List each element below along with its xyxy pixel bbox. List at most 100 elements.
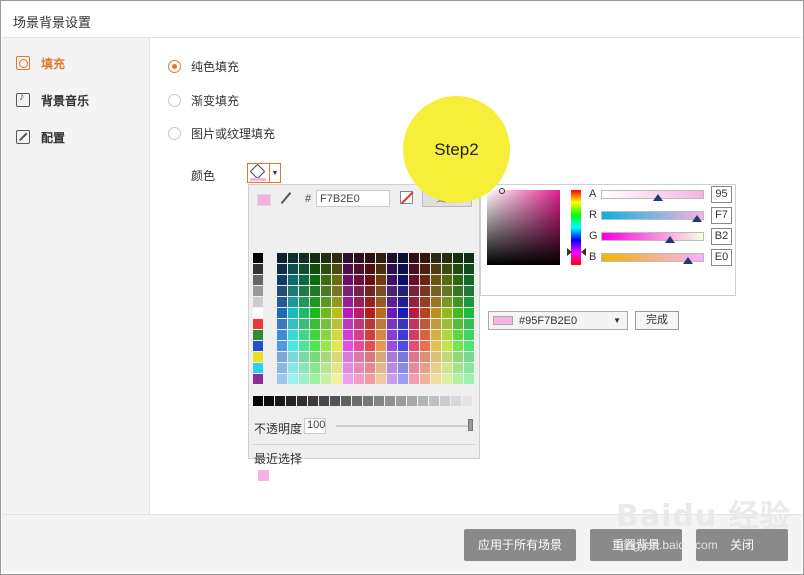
color-swatch[interactable] [464,264,474,274]
color-swatch[interactable] [299,264,309,274]
color-swatch[interactable] [442,264,452,274]
color-swatch[interactable] [277,264,287,274]
radio-solid-fill[interactable]: 纯色填充 [168,58,239,75]
color-swatch[interactable] [330,396,340,406]
color-swatch[interactable] [409,374,419,384]
color-swatch[interactable] [453,363,463,373]
color-swatch[interactable] [398,319,408,329]
color-swatch[interactable] [288,374,298,384]
color-swatch[interactable] [343,374,353,384]
recent-color-swatch[interactable] [258,470,269,481]
blue-slider-thumb[interactable] [683,257,694,264]
hex-input[interactable] [316,190,390,207]
color-swatch[interactable] [431,374,441,384]
color-swatch[interactable] [431,275,441,285]
sidebar-item-config[interactable]: 配置 [16,127,65,147]
color-swatch[interactable] [376,286,386,296]
color-swatch[interactable] [253,363,263,373]
color-swatch[interactable] [418,396,428,406]
color-swatch[interactable] [253,286,263,296]
color-swatch[interactable] [343,330,353,340]
color-swatch[interactable] [453,308,463,318]
color-swatch[interactable] [431,363,441,373]
color-swatch[interactable] [299,341,309,351]
color-swatch[interactable] [462,396,472,406]
color-swatch[interactable] [453,264,463,274]
color-swatch[interactable] [354,253,364,263]
color-swatch[interactable] [310,286,320,296]
color-swatch[interactable] [310,297,320,307]
color-swatch[interactable] [440,396,450,406]
color-swatch[interactable] [420,286,430,296]
color-swatch[interactable] [343,297,353,307]
color-swatch[interactable] [321,363,331,373]
blue-value[interactable]: E0 [711,249,732,266]
color-swatch[interactable] [409,253,419,263]
color-swatch[interactable] [376,352,386,362]
color-swatch[interactable] [253,264,263,274]
color-swatch[interactable] [299,319,309,329]
color-swatch[interactable] [288,275,298,285]
color-swatch[interactable] [332,275,342,285]
color-swatch[interactable] [299,308,309,318]
color-swatch[interactable] [264,396,274,406]
color-swatch[interactable] [310,352,320,362]
color-swatch[interactable] [321,264,331,274]
radio-gradient-fill[interactable]: 渐变填充 [168,92,239,109]
color-swatch[interactable] [387,275,397,285]
color-swatch[interactable] [387,363,397,373]
color-swatch[interactable] [431,352,441,362]
sidebar-item-music[interactable]: 背景音乐 [16,90,89,110]
color-swatch[interactable] [365,308,375,318]
color-swatch[interactable] [288,341,298,351]
color-swatch[interactable] [420,275,430,285]
color-swatch[interactable] [321,352,331,362]
color-swatch[interactable] [310,253,320,263]
color-swatch[interactable] [464,286,474,296]
color-swatch[interactable] [299,352,309,362]
color-swatch[interactable] [376,341,386,351]
color-swatch[interactable] [398,374,408,384]
color-swatch[interactable] [321,308,331,318]
color-swatch[interactable] [431,253,441,263]
eyedropper-icon[interactable] [279,191,293,207]
color-swatch[interactable] [288,308,298,318]
color-swatch[interactable] [398,275,408,285]
color-value-dropdown[interactable]: #95F7B2E0 ▼ [488,311,628,330]
color-swatch[interactable] [332,319,342,329]
color-swatch[interactable] [365,319,375,329]
color-swatch[interactable] [343,363,353,373]
color-swatch[interactable] [387,253,397,263]
color-swatch[interactable] [253,319,263,329]
color-swatch[interactable] [277,253,287,263]
color-swatch[interactable] [387,286,397,296]
color-swatch[interactable] [453,341,463,351]
color-swatch[interactable] [398,363,408,373]
color-swatch[interactable] [310,363,320,373]
color-swatch[interactable] [398,341,408,351]
color-swatch[interactable] [431,330,441,340]
color-swatch[interactable] [420,253,430,263]
color-swatch[interactable] [387,352,397,362]
color-swatch[interactable] [420,363,430,373]
color-swatch[interactable] [332,352,342,362]
color-swatch[interactable] [288,330,298,340]
color-swatch[interactable] [321,341,331,351]
color-swatch[interactable] [420,319,430,329]
color-swatch[interactable] [343,352,353,362]
color-swatch[interactable] [354,319,364,329]
color-swatch[interactable] [409,352,419,362]
color-swatch[interactable] [341,396,351,406]
color-picker-button[interactable]: ▼ [247,163,281,183]
color-swatch[interactable] [409,330,419,340]
color-swatch[interactable] [420,297,430,307]
color-swatch[interactable] [442,253,452,263]
apply-all-scenes-button[interactable]: 应用于所有场景 [464,529,576,561]
color-swatch[interactable] [310,374,320,384]
color-swatch[interactable] [277,308,287,318]
color-swatch[interactable] [253,297,263,307]
green-slider[interactable] [601,232,704,241]
color-swatch[interactable] [420,374,430,384]
color-swatch[interactable] [343,319,353,329]
color-swatch[interactable] [365,297,375,307]
